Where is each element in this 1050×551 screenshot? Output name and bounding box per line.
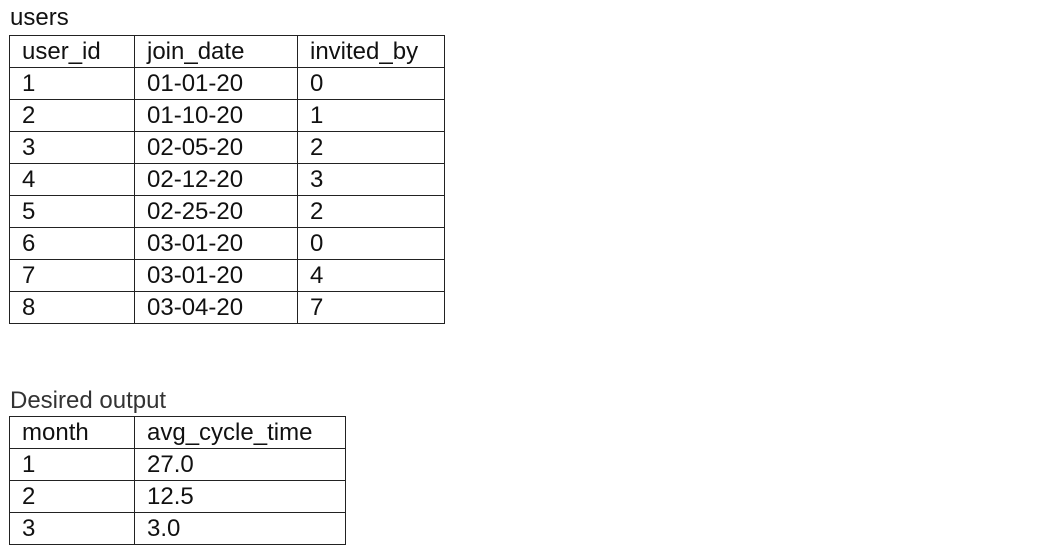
table-header-row: month avg_cycle_time: [9, 416, 346, 449]
column-header-month: month: [9, 416, 135, 449]
column-header-user-id: user_id: [9, 35, 135, 68]
cell-join-date: 01-10-20: [134, 99, 298, 132]
table-row: 3 3.0: [9, 512, 346, 545]
cell-join-date: 03-04-20: [134, 291, 298, 324]
cell-user-id: 3: [9, 131, 135, 164]
cell-avg-cycle-time: 27.0: [134, 448, 346, 481]
table-row: 5 02-25-20 2: [9, 195, 445, 228]
cell-month: 2: [9, 480, 135, 513]
table-row: 8 03-04-20 7: [9, 291, 445, 324]
cell-join-date: 03-01-20: [134, 259, 298, 292]
cell-user-id: 6: [9, 227, 135, 260]
cell-user-id: 4: [9, 163, 135, 196]
table-row: 7 03-01-20 4: [9, 259, 445, 292]
users-table-caption: users: [10, 4, 69, 31]
table-row: 6 03-01-20 0: [9, 227, 445, 260]
output-table: month avg_cycle_time 1 27.0 2 12.5 3 3.0: [9, 416, 346, 545]
cell-avg-cycle-time: 12.5: [134, 480, 346, 513]
cell-user-id: 1: [9, 67, 135, 100]
table-row: 3 02-05-20 2: [9, 131, 445, 164]
cell-invited-by: 4: [297, 259, 445, 292]
cell-join-date: 02-05-20: [134, 131, 298, 164]
cell-invited-by: 2: [297, 131, 445, 164]
table-row: 4 02-12-20 3: [9, 163, 445, 196]
table-row: 2 01-10-20 1: [9, 99, 445, 132]
table-row: 1 01-01-20 0: [9, 67, 445, 100]
cell-invited-by: 7: [297, 291, 445, 324]
column-header-avg-cycle-time: avg_cycle_time: [134, 416, 346, 449]
output-table-caption: Desired output: [10, 387, 167, 414]
cell-month: 1: [9, 448, 135, 481]
cell-join-date: 02-12-20: [134, 163, 298, 196]
cell-user-id: 7: [9, 259, 135, 292]
column-header-invited-by: invited_by: [297, 35, 445, 68]
table-header-row: user_id join_date invited_by: [9, 35, 445, 68]
cell-user-id: 5: [9, 195, 135, 228]
cell-join-date: 03-01-20: [134, 227, 298, 260]
cell-invited-by: 2: [297, 195, 445, 228]
cell-user-id: 2: [9, 99, 135, 132]
cell-invited-by: 1: [297, 99, 445, 132]
table-row: 1 27.0: [9, 448, 346, 481]
cell-invited-by: 0: [297, 67, 445, 100]
cell-user-id: 8: [9, 291, 135, 324]
table-row: 2 12.5: [9, 480, 346, 513]
cell-invited-by: 0: [297, 227, 445, 260]
cell-join-date: 02-25-20: [134, 195, 298, 228]
cell-join-date: 01-01-20: [134, 67, 298, 100]
users-table: user_id join_date invited_by 1 01-01-20 …: [9, 35, 445, 324]
cell-month: 3: [9, 512, 135, 545]
column-header-join-date: join_date: [134, 35, 298, 68]
cell-invited-by: 3: [297, 163, 445, 196]
cell-avg-cycle-time: 3.0: [134, 512, 346, 545]
